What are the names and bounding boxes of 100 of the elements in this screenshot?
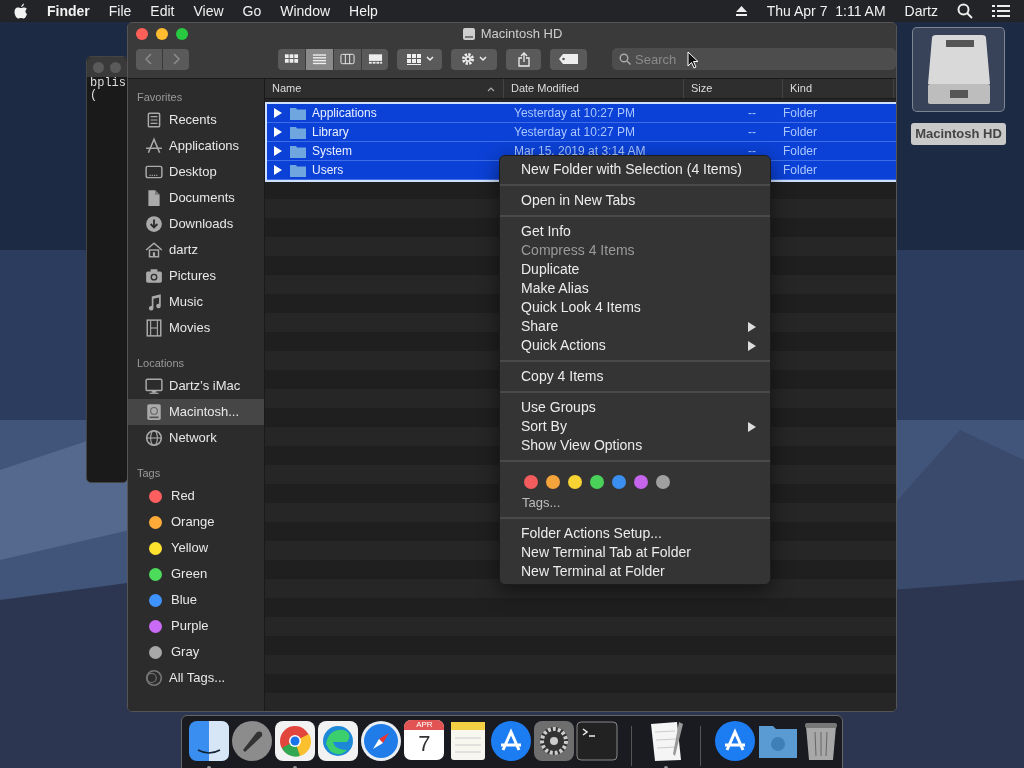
view-button[interactable] — [361, 48, 389, 70]
column-header[interactable]: Name — [265, 79, 504, 98]
menu-item[interactable]: Tags... — [500, 491, 567, 512]
sidebar-item[interactable]: Green — [128, 561, 264, 587]
grid-icon — [283, 53, 299, 65]
tag-dot[interactable] — [568, 474, 582, 489]
menu-item[interactable]: Open in New Tabs — [500, 191, 770, 210]
back-button[interactable] — [136, 48, 162, 70]
sidebar-item[interactable]: Music — [128, 289, 264, 315]
menu-item[interactable]: New Terminal Tab at Folder — [500, 543, 770, 562]
tag-button[interactable] — [550, 48, 587, 70]
share-icon — [517, 51, 530, 67]
sidebar-item[interactable]: Recents — [128, 107, 264, 133]
forward-button[interactable] — [162, 48, 189, 70]
sidebar-item[interactable]: Purple — [128, 613, 264, 639]
apple-icon[interactable] — [14, 3, 28, 19]
sidebar-item[interactable]: Yellow — [128, 535, 264, 561]
monitor-icon — [145, 163, 163, 181]
menu-item[interactable]: File — [108, 0, 132, 22]
group-button[interactable] — [397, 48, 443, 70]
column-header[interactable]: Date Modified — [504, 79, 684, 98]
menu-item[interactable]: Use Groups — [500, 398, 770, 417]
search-field[interactable]: Search — [612, 48, 896, 70]
menu-item[interactable]: Help — [349, 0, 378, 22]
menu-item[interactable]: Edit — [150, 0, 175, 22]
disclosure-triangle-icon[interactable] — [273, 127, 283, 137]
terminal-line: ( — [89, 89, 98, 101]
disclosure-triangle-icon[interactable] — [273, 165, 283, 175]
calendar-icon[interactable]: APR 7 — [404, 720, 445, 760]
swirl-icon[interactable] — [317, 720, 360, 762]
action-button[interactable] — [451, 48, 498, 70]
sidebar-item[interactable]: dartz — [128, 237, 264, 263]
menu-item[interactable]: Folder Actions Setup... — [500, 524, 770, 543]
sidebar-item[interactable]: Blue — [128, 587, 264, 613]
menu-item[interactable]: Show View Options — [500, 436, 770, 455]
menu-item[interactable]: New Terminal at Folder — [500, 562, 770, 581]
sidebar-item[interactable]: Pictures — [128, 263, 264, 289]
menu-item[interactable]: Go — [242, 0, 262, 22]
app-store-icon[interactable] — [713, 720, 756, 762]
disclosure-triangle-icon[interactable] — [273, 108, 283, 118]
sidebar-item[interactable]: All Tags... — [128, 665, 264, 691]
view-button[interactable] — [305, 48, 333, 70]
menu-item[interactable]: Copy 4 Items — [500, 367, 770, 386]
sidebar-item[interactable]: Gray — [128, 639, 264, 665]
column-header[interactable]: Size — [684, 79, 783, 98]
sidebar-item[interactable]: Red — [128, 483, 264, 509]
desktop-icon[interactable] — [912, 27, 1005, 112]
app-menu[interactable]: Finder — [47, 0, 90, 22]
file-name: System — [312, 143, 352, 160]
tag-dot[interactable] — [546, 474, 560, 489]
tag-dot[interactable] — [590, 474, 604, 489]
kind-cell-text: Folder — [782, 143, 817, 160]
app-store-icon[interactable] — [489, 720, 532, 762]
kind-cell-text: Folder — [782, 105, 817, 122]
menu-item[interactable]: New Folder with Selection (4 Items) — [500, 160, 770, 179]
sidebar-item[interactable]: Documents — [128, 185, 264, 211]
menu-item[interactable]: Quick Look 4 Items — [500, 298, 770, 317]
house-icon — [145, 241, 163, 259]
sidebar-item[interactable]: Dartz’s iMac — [128, 373, 264, 399]
disclosure-triangle-icon[interactable] — [273, 146, 283, 156]
minimize-button[interactable] — [156, 28, 168, 40]
tag-dot[interactable] — [634, 474, 648, 489]
menu-item[interactable]: Share — [500, 317, 770, 336]
view-button[interactable] — [277, 48, 305, 70]
menu-item[interactable]: View — [193, 0, 224, 22]
menu-item[interactable]: Make Alias — [500, 279, 770, 298]
submenu-arrow-icon — [748, 421, 756, 432]
tag-dot[interactable] — [524, 474, 538, 489]
view-button[interactable] — [333, 48, 361, 70]
gear-icon[interactable] — [532, 720, 575, 762]
desktop-icon-label[interactable]: Macintosh HD — [911, 123, 1006, 145]
menu-item[interactable]: Duplicate — [500, 260, 770, 279]
tag-dot[interactable] — [656, 474, 670, 489]
sidebar-item[interactable]: Orange — [128, 509, 264, 535]
sidebar-item[interactable]: Applications — [128, 133, 264, 159]
sidebar-item[interactable]: Downloads — [128, 211, 264, 237]
sidebar-item[interactable]: Network — [128, 425, 264, 451]
zoom-button[interactable] — [176, 28, 188, 40]
sidebar-item[interactable]: Macintosh... — [128, 399, 264, 425]
search-icon[interactable] — [957, 3, 973, 19]
column-header[interactable]: Kind — [783, 79, 894, 98]
split-square-icon[interactable] — [188, 720, 231, 762]
clock[interactable]: Thu Apr 7 1:11 AM — [766, 0, 886, 22]
eject-icon[interactable] — [734, 5, 748, 17]
user-menu[interactable]: Dartz — [904, 0, 938, 22]
tag-dot[interactable] — [612, 474, 626, 489]
menu-item[interactable]: Get Info — [500, 222, 770, 241]
menu-item[interactable]: Sort By — [500, 417, 770, 436]
folder-icon — [289, 125, 306, 139]
close-button[interactable] — [136, 28, 148, 40]
document-icon — [145, 189, 163, 207]
sidebar-item[interactable]: Movies — [128, 315, 264, 341]
sidebar-item[interactable]: Desktop — [128, 159, 264, 185]
caret-icon — [479, 56, 488, 62]
share-button[interactable] — [506, 48, 542, 70]
menu-item[interactable]: Quick Actions — [500, 336, 770, 355]
file-row[interactable]: Applications Yesterday at 10:27 PM -- Folder — [267, 104, 896, 123]
menu-item[interactable]: Window — [280, 0, 331, 22]
list-icon[interactable] — [992, 4, 1010, 18]
file-row[interactable]: Library Yesterday at 10:27 PM -- Folder — [267, 123, 896, 142]
